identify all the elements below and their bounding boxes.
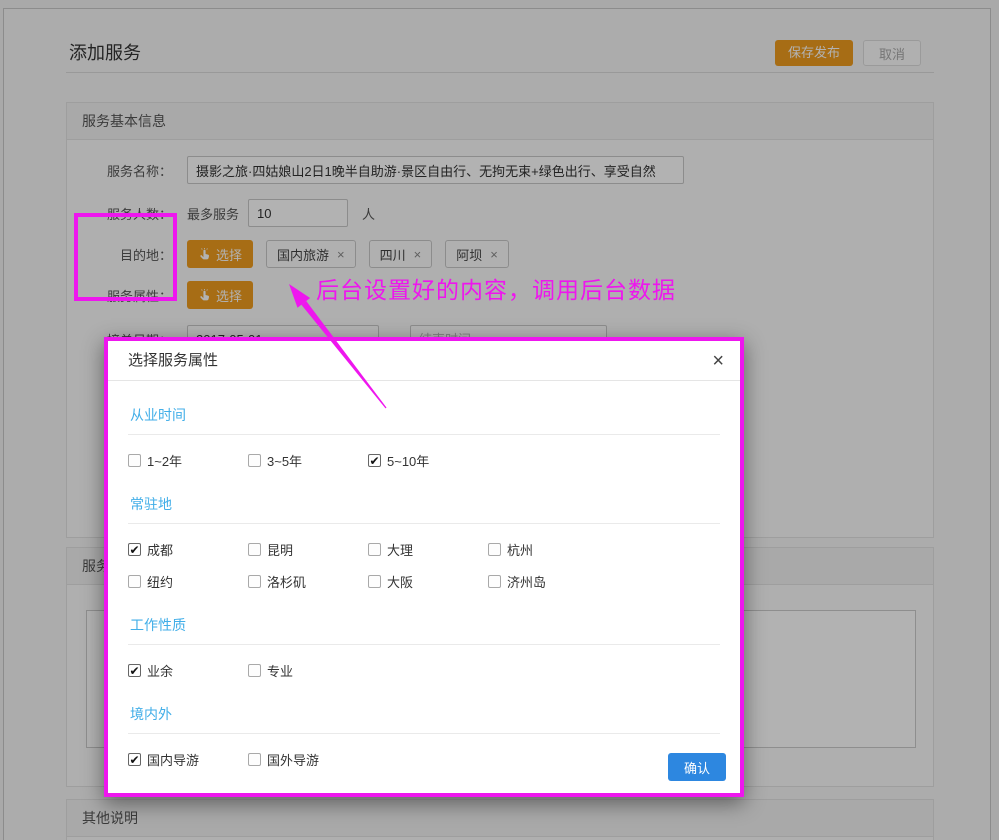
attr-option[interactable]: 专业 <box>248 661 368 680</box>
attr-option[interactable]: 国外导游 <box>248 750 368 769</box>
attr-option-label: 国内导游 <box>147 750 199 769</box>
checkbox-icon[interactable] <box>248 664 261 677</box>
attr-option-label: 济州岛 <box>507 572 546 591</box>
attr-option-label: 大阪 <box>387 572 413 591</box>
attr-option[interactable]: ✔ 国内导游 <box>128 750 248 769</box>
attr-option[interactable]: 济州岛 <box>488 572 608 591</box>
attr-option-label: 纽约 <box>147 572 173 591</box>
attr-options: ✔ 业余 专业 <box>128 661 720 680</box>
checkbox-checked-icon[interactable]: ✔ <box>368 454 381 467</box>
attr-option-label: 洛杉矶 <box>267 572 306 591</box>
attr-option[interactable]: 昆明 <box>248 540 368 559</box>
confirm-button[interactable]: 确认 <box>668 753 726 781</box>
attr-option-label: 昆明 <box>267 540 293 559</box>
checkbox-icon[interactable] <box>248 543 261 556</box>
checkbox-icon[interactable] <box>248 575 261 588</box>
checkbox-icon[interactable] <box>488 575 501 588</box>
attr-group: 从业时间 1~2年 3~5年 ✔ 5~10年 <box>128 405 720 470</box>
attr-option[interactable]: ✔ 成都 <box>128 540 248 559</box>
attr-option[interactable]: ✔ 业余 <box>128 661 248 680</box>
attr-option-label: 专业 <box>267 661 293 680</box>
attr-option-label: 杭州 <box>507 540 533 559</box>
modal-groups: 从业时间 1~2年 3~5年 ✔ 5~10年常驻地 ✔ 成都 昆明 大理 杭州纽约 洛杉矶 大阪 济州岛… <box>108 405 740 769</box>
close-icon[interactable]: × <box>712 341 724 381</box>
attr-option[interactable]: 大理 <box>368 540 488 559</box>
checkbox-checked-icon[interactable]: ✔ <box>128 543 141 556</box>
checkbox-checked-icon[interactable]: ✔ <box>128 664 141 677</box>
attr-option-label: 1~2年 <box>147 451 182 470</box>
attr-group-title: 境内外 <box>128 704 720 734</box>
checkbox-icon[interactable] <box>248 753 261 766</box>
attr-group-title: 工作性质 <box>128 615 720 645</box>
attr-group-title: 从业时间 <box>128 405 720 435</box>
attr-group: 工作性质 ✔ 业余 专业 <box>128 615 720 680</box>
attr-option-label: 大理 <box>387 540 413 559</box>
attr-group: 境内外 ✔ 国内导游 国外导游 <box>128 704 720 769</box>
attr-group-title: 常驻地 <box>128 494 720 524</box>
attr-option-label: 3~5年 <box>267 451 302 470</box>
attr-option[interactable]: 洛杉矶 <box>248 572 368 591</box>
attr-option[interactable]: 3~5年 <box>248 451 368 470</box>
attr-options: 1~2年 3~5年 ✔ 5~10年 <box>128 451 720 470</box>
modal-title: 选择服务属性 <box>128 352 218 369</box>
screen: 添加服务 保存发布 取消 服务基本信息 服务名称： 服务人数： 最多服务 人 目… <box>0 0 999 840</box>
checkbox-icon[interactable] <box>248 454 261 467</box>
attr-option[interactable]: 杭州 <box>488 540 608 559</box>
attr-option-label: 国外导游 <box>267 750 319 769</box>
checkbox-icon[interactable] <box>128 575 141 588</box>
modal-header: 选择服务属性 × <box>108 341 740 381</box>
attr-options: ✔ 成都 昆明 大理 杭州纽约 洛杉矶 大阪 济州岛 <box>128 540 720 591</box>
attr-group: 常驻地 ✔ 成都 昆明 大理 杭州纽约 洛杉矶 大阪 济州岛 <box>128 494 720 591</box>
attr-options: ✔ 国内导游 国外导游 <box>128 750 720 769</box>
attr-option[interactable]: 大阪 <box>368 572 488 591</box>
checkbox-icon[interactable] <box>128 454 141 467</box>
attr-option[interactable]: 纽约 <box>128 572 248 591</box>
modal-footer: 确认 <box>668 753 726 781</box>
select-service-attr-modal: 选择服务属性 × 从业时间 1~2年 3~5年 ✔ 5~10年常驻地 ✔ 成都 昆明 大理 杭州纽… <box>104 337 744 797</box>
attr-option-label: 5~10年 <box>387 451 429 470</box>
attr-option[interactable]: 1~2年 <box>128 451 248 470</box>
checkbox-icon[interactable] <box>488 543 501 556</box>
checkbox-checked-icon[interactable]: ✔ <box>128 753 141 766</box>
checkbox-icon[interactable] <box>368 543 381 556</box>
attr-option[interactable]: ✔ 5~10年 <box>368 451 488 470</box>
attr-option-label: 成都 <box>147 540 173 559</box>
checkbox-icon[interactable] <box>368 575 381 588</box>
attr-option-label: 业余 <box>147 661 173 680</box>
